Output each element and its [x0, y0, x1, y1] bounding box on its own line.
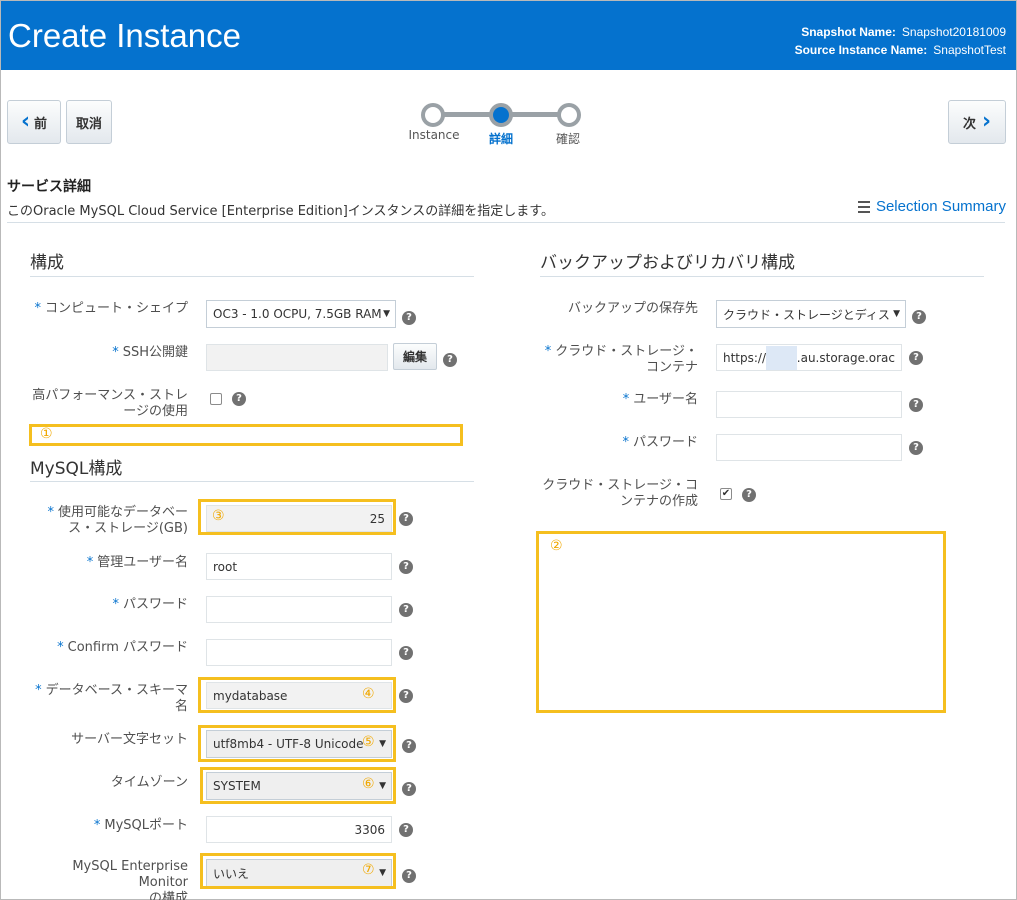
- chevron-right-icon: ›: [981, 109, 992, 134]
- backup-destination-select[interactable]: クラウド・ストレージとディス ▼: [716, 300, 906, 328]
- marker-3: ③: [212, 508, 225, 524]
- page-description: このOracle MySQL Cloud Service [Enterprise…: [7, 204, 554, 219]
- page-title: サービス詳細: [7, 179, 91, 195]
- db-storage-label: * 使用可能なデータベー ス・ストレージ(GB): [47, 505, 188, 536]
- marker-5: ⑤: [362, 734, 375, 750]
- help-icon[interactable]: ?: [399, 512, 413, 526]
- train-stop-confirm[interactable]: [557, 103, 581, 127]
- backup-password-input[interactable]: [716, 434, 902, 461]
- divider: [7, 222, 1005, 223]
- help-icon[interactable]: ?: [912, 310, 926, 324]
- help-icon[interactable]: ?: [909, 398, 923, 412]
- compute-shape-select[interactable]: OC3 - 1.0 OCPU, 7.5GB RAM ▼: [206, 300, 396, 328]
- selection-summary-label: Selection Summary: [875, 198, 1006, 215]
- marker-6: ⑥: [362, 776, 375, 792]
- backup-section-title: バックアップおよびリカバリ構成: [540, 253, 795, 273]
- marker-7: ⑦: [362, 862, 375, 878]
- admin-user-input[interactable]: root: [206, 553, 392, 580]
- ssh-key-input[interactable]: [206, 344, 388, 371]
- backup-username-input[interactable]: [716, 391, 902, 418]
- confirm-password-input[interactable]: [206, 639, 392, 666]
- help-icon[interactable]: ?: [399, 689, 413, 703]
- train-stop-details[interactable]: [489, 103, 513, 127]
- help-icon[interactable]: ?: [399, 603, 413, 617]
- highlight-box-3: [198, 499, 396, 535]
- source-instance-label: Source Instance Name:: [794, 43, 928, 57]
- mysql-password-label: * パスワード: [112, 597, 188, 612]
- enterprise-monitor-label: MySQL Enterprise Monitor の構成: [72, 859, 188, 900]
- confirm-password-label: * Confirm パスワード: [57, 640, 188, 655]
- back-button-label: 前: [34, 116, 48, 132]
- marker-4: ④: [362, 686, 375, 702]
- highlight-box-1: [29, 424, 463, 446]
- help-icon[interactable]: ?: [909, 351, 923, 365]
- cancel-button[interactable]: 取消: [66, 100, 112, 144]
- admin-user-label: * 管理ユーザー名: [86, 555, 188, 570]
- selection-summary-link[interactable]: Selection Summary: [857, 198, 1006, 215]
- storage-container-input[interactable]: https:// .au.storage.orac: [716, 344, 902, 371]
- help-icon[interactable]: ?: [399, 646, 413, 660]
- help-icon[interactable]: ?: [443, 353, 457, 367]
- marker-1: ①: [40, 426, 53, 442]
- server-charset-label: サーバー文字セット: [71, 732, 188, 747]
- snapshot-name-label: Snapshot Name:: [801, 25, 896, 39]
- checklist-icon: [857, 200, 870, 214]
- help-icon[interactable]: ?: [402, 869, 416, 883]
- header-meta: Snapshot Name: Snapshot20181009 Source In…: [795, 23, 1006, 59]
- edit-ssh-button[interactable]: 編集: [393, 343, 437, 370]
- high-performance-storage-label: 高パフォーマンス・ストレ ージの使用: [32, 388, 188, 419]
- source-instance-value: SnapshotTest: [933, 43, 1006, 57]
- ssh-key-label: * SSH公開鍵: [112, 345, 188, 360]
- snapshot-name-value: Snapshot20181009: [901, 25, 1006, 39]
- help-icon[interactable]: ?: [232, 392, 246, 406]
- compute-shape-label: * コンピュート・シェイプ: [34, 301, 188, 316]
- storage-container-label: * クラウド・ストレージ・ コンテナ: [544, 344, 698, 375]
- backup-password-label: * パスワード: [622, 435, 698, 450]
- chevron-left-icon: ‹: [20, 109, 31, 134]
- config-divider: [30, 276, 474, 277]
- high-performance-storage-checkbox[interactable]: [210, 393, 222, 405]
- help-icon[interactable]: ?: [402, 782, 416, 796]
- cancel-button-label: 取消: [75, 116, 102, 132]
- chevron-down-icon: ▼: [893, 309, 900, 319]
- next-button-label: 次: [962, 116, 976, 132]
- mysql-password-input[interactable]: [206, 596, 392, 623]
- page-header-title: Create Instance: [8, 17, 241, 54]
- help-icon[interactable]: ?: [399, 560, 413, 574]
- create-container-checkbox[interactable]: ✔: [720, 488, 732, 500]
- backup-divider: [540, 276, 984, 277]
- page-header: Create Instance Snapshot Name: Snapshot20…: [1, 1, 1016, 70]
- help-icon[interactable]: ?: [399, 823, 413, 837]
- mysql-divider: [30, 481, 474, 482]
- db-schema-label: * データベース・スキーマ 名: [35, 683, 188, 714]
- create-container-label: クラウド・ストレージ・コ ンテナの作成: [542, 478, 698, 509]
- redacted-block: [766, 345, 797, 370]
- next-button[interactable]: 次 ›: [948, 100, 1006, 144]
- mysql-port-label: * MySQLポート: [93, 818, 188, 833]
- help-icon[interactable]: ?: [909, 441, 923, 455]
- help-icon[interactable]: ?: [402, 311, 416, 325]
- backup-destination-label: バックアップの保存先: [567, 301, 698, 316]
- train-stop-instance[interactable]: [421, 103, 445, 127]
- back-button[interactable]: ‹ 前: [7, 100, 61, 144]
- train-label-confirm: 確認: [555, 132, 580, 146]
- backup-username-label: * ユーザー名: [622, 392, 698, 407]
- timezone-label: タイムゾーン: [110, 775, 188, 790]
- marker-2: ②: [550, 538, 563, 554]
- chevron-down-icon: ▼: [383, 309, 390, 319]
- mysql-port-input[interactable]: 3306: [206, 816, 392, 843]
- help-icon[interactable]: ?: [742, 488, 756, 502]
- mysql-section-title: MySQL構成: [30, 459, 123, 479]
- highlight-box-2: [536, 531, 946, 713]
- help-icon[interactable]: ?: [402, 739, 416, 753]
- config-section-title: 構成: [30, 253, 64, 273]
